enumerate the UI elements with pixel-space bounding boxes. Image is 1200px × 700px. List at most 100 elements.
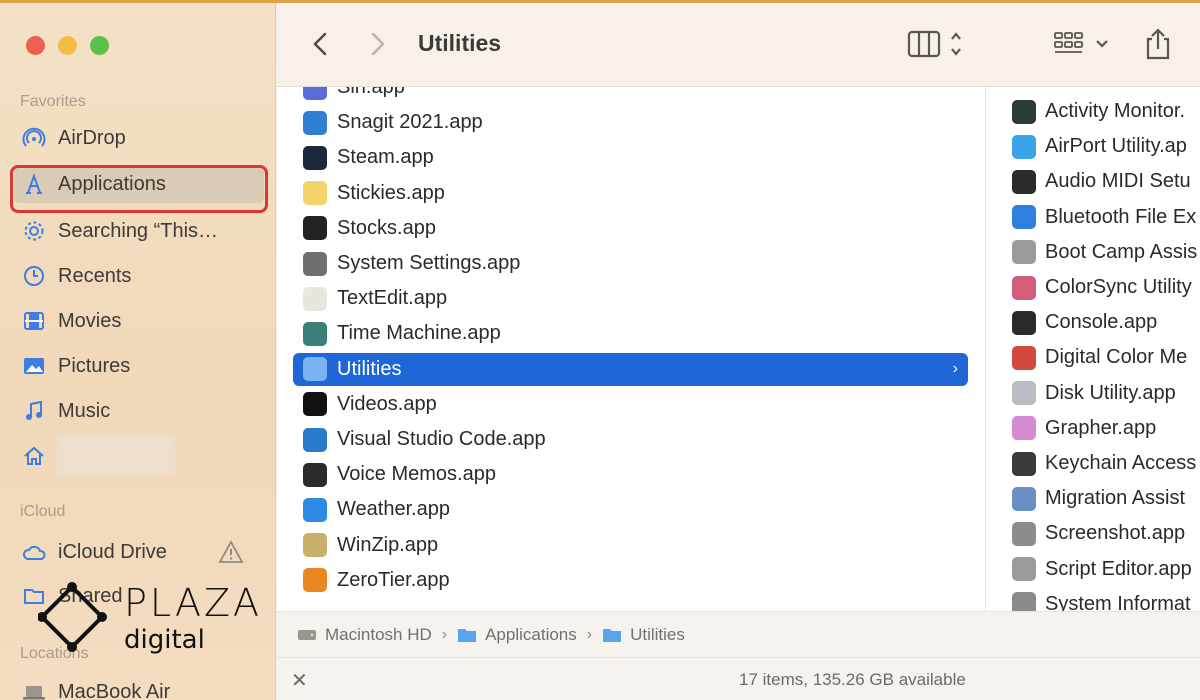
column-view-icon xyxy=(907,30,961,58)
list-item-label: Screenshot.app xyxy=(1045,522,1186,545)
path-crumb-macintosh-hd[interactable]: Macintosh HD xyxy=(297,625,432,645)
app-icon xyxy=(303,533,327,558)
film-icon xyxy=(20,307,48,335)
list-item-label: Stickies.app xyxy=(337,181,445,204)
forward-button[interactable] xyxy=(363,27,393,61)
sidebar-item-movies[interactable]: Movies xyxy=(14,302,264,340)
list-item-label: Steam.app xyxy=(337,146,434,169)
path-bar: Macintosh HD › Applications › Utilities xyxy=(277,611,1200,657)
app-icon xyxy=(303,145,327,170)
list-item[interactable]: AirPort Utility.ap xyxy=(986,130,1200,163)
app-icon xyxy=(303,321,327,346)
sidebar-item-label: Recents xyxy=(58,264,132,287)
app-icon xyxy=(303,497,327,522)
app-icon xyxy=(1012,310,1036,335)
minimize-window-button[interactable] xyxy=(58,36,77,55)
list-item-label: System Settings.app xyxy=(337,252,521,274)
list-item[interactable]: Snagit 2021.app xyxy=(293,106,968,139)
list-item[interactable]: Bluetooth File Ex xyxy=(986,201,1200,234)
sidebar-item-recents[interactable]: Recents xyxy=(14,257,264,295)
app-icon xyxy=(303,286,327,311)
sidebar-item-label: MacBook Air xyxy=(58,680,171,700)
app-icon xyxy=(1012,451,1036,476)
annotation-highlight-box xyxy=(10,165,268,213)
list-item[interactable]: Videos.app xyxy=(293,388,968,421)
sidebar-item-label: iCloud Drive xyxy=(58,540,167,563)
list-item-label: Disk Utility.app xyxy=(1045,381,1176,404)
path-separator: › xyxy=(586,625,593,643)
list-item-label: Audio MIDI Setu xyxy=(1045,170,1191,193)
list-item[interactable]: Grapher.app xyxy=(986,412,1200,445)
list-item[interactable]: ColorSync Utility xyxy=(986,271,1200,304)
group-button[interactable] xyxy=(1053,25,1113,63)
list-item-selected[interactable]: Utilities › xyxy=(293,352,968,386)
list-item[interactable]: Boot Camp Assis xyxy=(986,236,1200,269)
app-icon xyxy=(1012,240,1036,265)
list-item[interactable]: Weather.app xyxy=(293,493,968,526)
view-mode-button[interactable] xyxy=(907,25,971,63)
laptop-icon xyxy=(20,678,48,700)
cloud-icon xyxy=(20,538,48,566)
list-item[interactable]: Screenshot.app xyxy=(986,517,1200,550)
favorites-section-label: Favorites xyxy=(20,93,86,110)
list-item-label: Boot Camp Assis xyxy=(1045,240,1198,263)
list-item-label: Script Editor.app xyxy=(1045,557,1192,580)
app-icon xyxy=(303,568,327,593)
sidebar: Favorites AirDrop Applications Searching… xyxy=(0,3,276,700)
list-item[interactable]: Stickies.app xyxy=(293,177,968,210)
list-item[interactable]: Siri.app xyxy=(293,87,968,104)
sidebar-item-label: Searching “This… xyxy=(58,219,219,242)
app-icon xyxy=(303,181,327,206)
sidebar-item-macbook-air[interactable]: MacBook Air xyxy=(14,673,264,700)
path-crumb-applications[interactable]: Applications xyxy=(457,625,577,645)
list-item-label: TextEdit.app xyxy=(337,287,448,310)
list-item[interactable]: WinZip.app xyxy=(293,529,968,562)
sidebar-item-music[interactable]: Music xyxy=(14,392,264,430)
sidebar-item-pictures[interactable]: Pictures xyxy=(14,347,264,385)
list-item[interactable]: System Informat xyxy=(986,588,1200,611)
close-window-button[interactable] xyxy=(26,36,45,55)
list-item[interactable]: Time Machine.app xyxy=(293,317,968,350)
list-item[interactable]: Digital Color Me xyxy=(986,341,1200,374)
list-item[interactable]: ZeroTier.app xyxy=(293,564,968,597)
list-item-label: Siri.app xyxy=(337,87,405,98)
sidebar-item-airdrop[interactable]: AirDrop xyxy=(14,119,264,157)
app-icon xyxy=(303,110,327,135)
app-icon xyxy=(1012,205,1036,230)
list-item[interactable]: Stocks.app xyxy=(293,212,968,245)
share-icon xyxy=(1146,28,1170,60)
warning-icon[interactable] xyxy=(218,540,244,569)
list-item-label: Time Machine.app xyxy=(337,322,501,345)
list-item[interactable]: Keychain Access xyxy=(986,447,1200,480)
back-chevron-icon xyxy=(313,32,327,56)
plaza-digital-watermark: PLAZA digital xyxy=(37,581,259,661)
list-item[interactable]: Activity Monitor. xyxy=(986,95,1200,128)
list-item[interactable]: Voice Memos.app xyxy=(293,458,968,491)
list-item[interactable]: Visual Studio Code.app xyxy=(293,423,968,456)
back-button[interactable] xyxy=(305,27,335,61)
list-item[interactable]: Disk Utility.app xyxy=(986,377,1200,410)
list-item-label: Utilities xyxy=(337,357,402,380)
status-bar: ✕ 17 items, 135.26 GB available xyxy=(277,657,1200,700)
sidebar-item-searching[interactable]: Searching “This… xyxy=(14,212,264,250)
grid-group-icon xyxy=(1054,32,1108,53)
list-item[interactable]: Audio MIDI Setu xyxy=(986,165,1200,198)
app-icon xyxy=(1012,521,1036,546)
app-icon xyxy=(1012,592,1036,611)
list-item[interactable]: Console.app xyxy=(986,306,1200,339)
app-icon xyxy=(1012,345,1036,370)
path-crumb-utilities[interactable]: Utilities xyxy=(602,625,685,645)
forward-chevron-icon xyxy=(371,32,385,56)
music-note-icon xyxy=(20,397,48,425)
share-button[interactable] xyxy=(1143,25,1173,63)
zoom-window-button[interactable] xyxy=(90,36,109,55)
sidebar-item-label: AirDrop xyxy=(58,126,126,149)
list-item[interactable]: System Settings.app xyxy=(293,247,968,280)
list-item[interactable]: Steam.app xyxy=(293,141,968,174)
clock-icon xyxy=(20,262,48,290)
path-separator: › xyxy=(441,625,448,643)
list-item[interactable]: Script Editor.app xyxy=(986,553,1200,586)
list-item[interactable]: Migration Assist xyxy=(986,482,1200,515)
close-path-bar-icon[interactable]: ✕ xyxy=(291,668,308,693)
list-item[interactable]: TextEdit.app xyxy=(293,282,968,315)
